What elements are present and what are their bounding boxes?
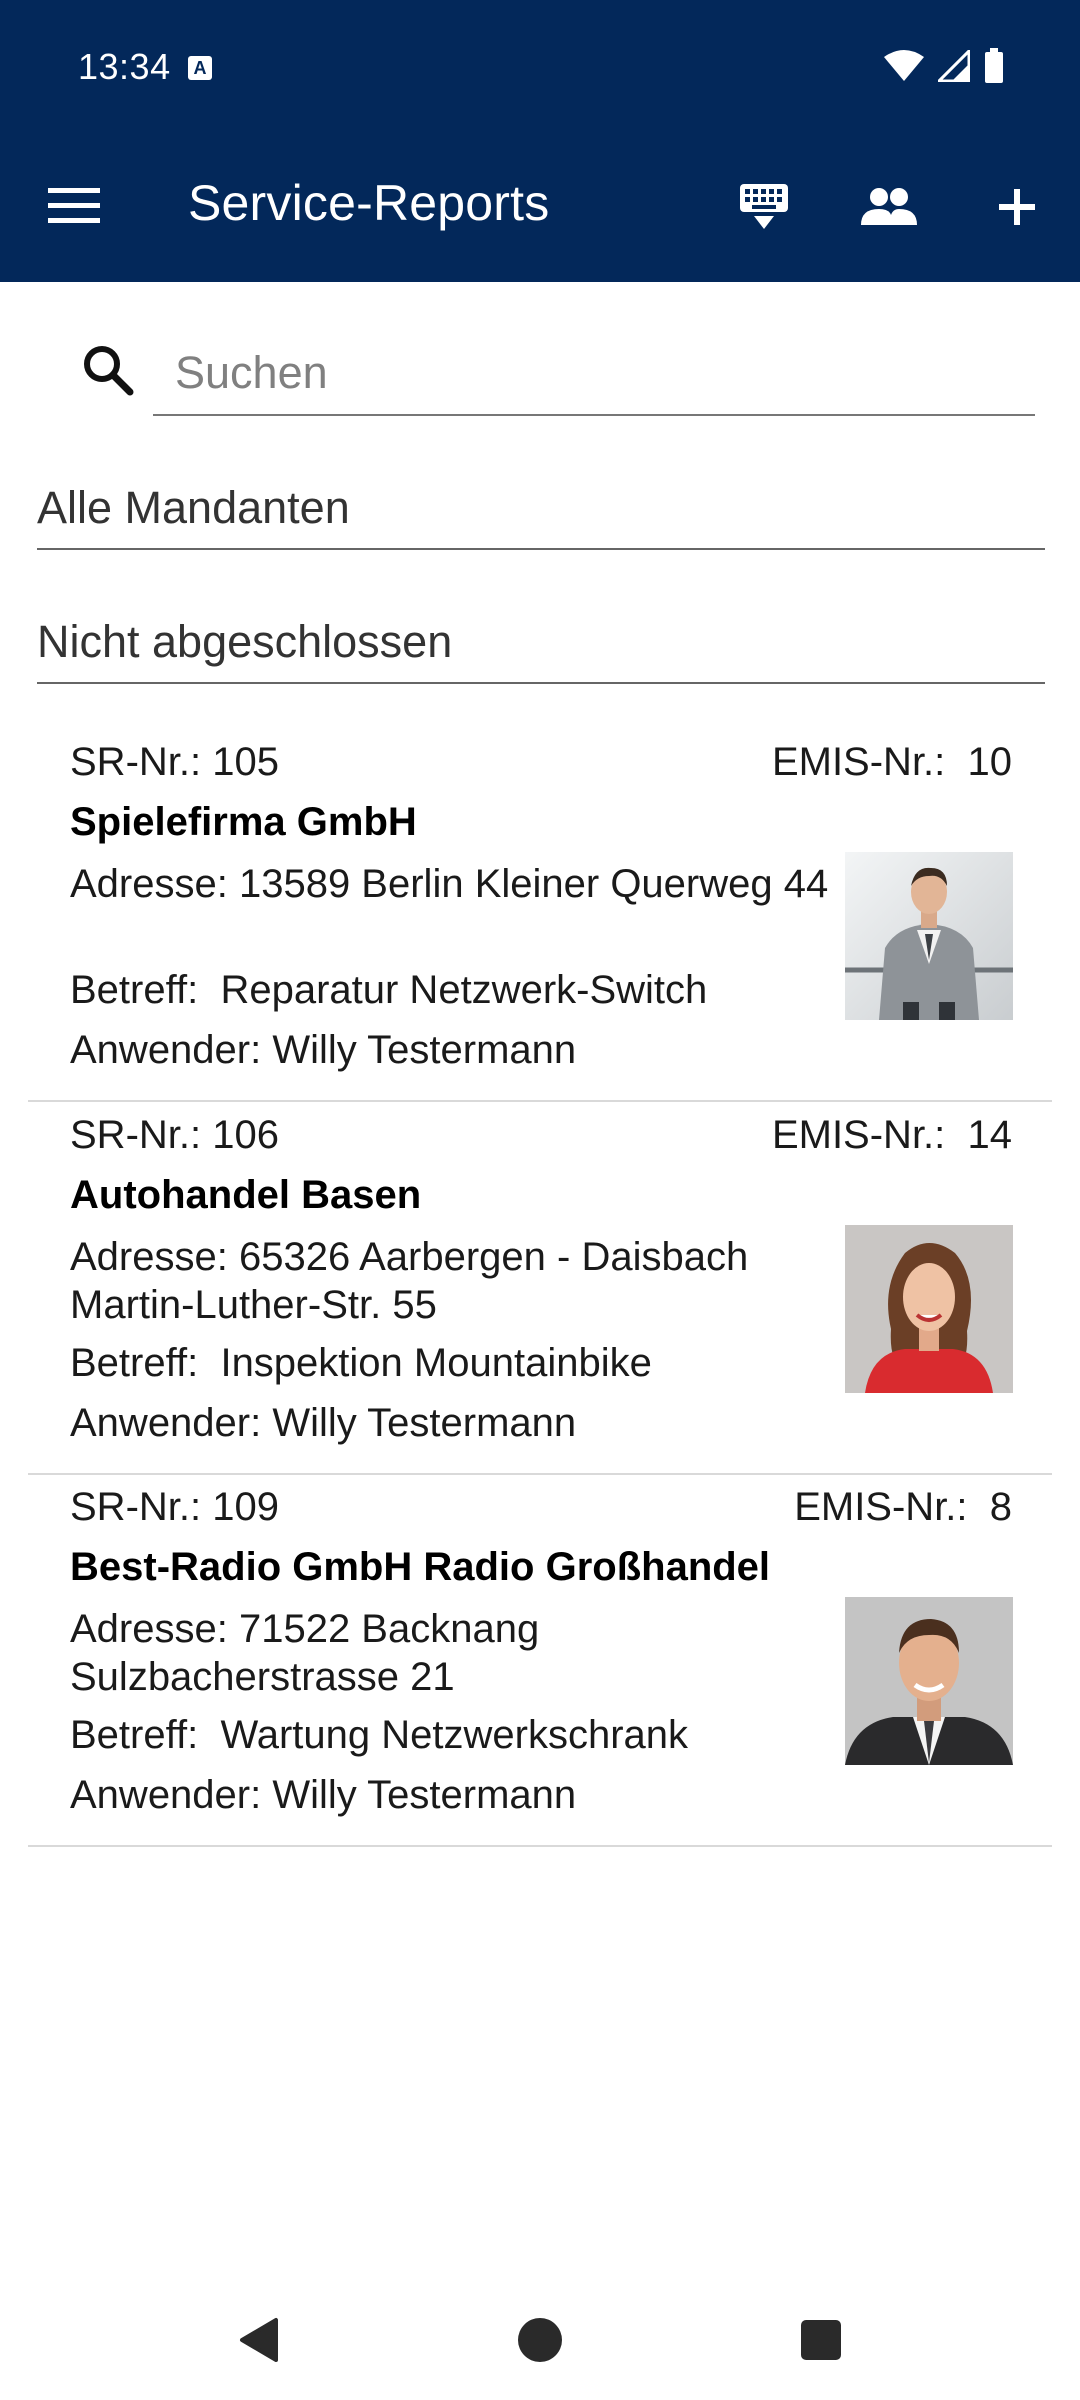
address: Adresse: 71522 Backnang Sulzbacherstrass… [70, 1607, 540, 1699]
subject: Betreff: Reparatur Netzwerk-Switch [70, 968, 708, 1012]
sr-number: SR-Nr.: 106 [70, 1113, 279, 1157]
keyboard-button[interactable] [729, 172, 799, 242]
user: Anwender: Willy Testermann [70, 1028, 577, 1072]
add-button[interactable] [982, 172, 1052, 242]
emis-number: EMIS-Nr.: 14 [771, 1113, 1012, 1157]
menu-button[interactable] [42, 174, 106, 238]
keyboard-icon [740, 184, 788, 229]
user: Anwender: Willy Testermann [70, 1401, 577, 1445]
status-icons [884, 48, 1004, 84]
back-icon [240, 2318, 278, 2362]
subject: Betreff: Inspektion Mountainbike [70, 1341, 652, 1385]
user: Anwender: Willy Testermann [70, 1773, 577, 1817]
status-time: 13:34 [78, 46, 171, 87]
search-row [0, 282, 1080, 442]
emis-number: EMIS-Nr.: 10 [771, 740, 1012, 784]
search-icon [84, 346, 134, 396]
menu-icon [48, 188, 100, 223]
app-bar: Service-Reports [0, 130, 1080, 282]
status-bar: 13:34 A [0, 0, 1080, 130]
home-button[interactable] [500, 2300, 580, 2380]
report-item[interactable]: SR-Nr.: 106 EMIS-Nr.: 14 Autohandel Base… [28, 1103, 1052, 1475]
company-name: Best-Radio GmbH Radio Großhandel [70, 1545, 771, 1589]
report-item[interactable]: SR-Nr.: 109 EMIS-Nr.: 8 Best-Radio GmbH … [28, 1475, 1052, 1847]
address: Adresse: 65326 Aarbergen - Daisbach Mart… [70, 1235, 749, 1327]
company-name: Autohandel Basen [70, 1173, 422, 1217]
subject: Betreff: Wartung Netzwerkschrank [70, 1713, 689, 1757]
contact-photo [845, 1225, 1013, 1393]
system-nav-bar [0, 2270, 1080, 2400]
search-input[interactable] [153, 332, 1035, 416]
wifi-icon [884, 50, 924, 81]
contact-photo [845, 852, 1013, 1020]
back-button[interactable] [218, 2300, 298, 2380]
signal-icon [938, 50, 970, 82]
contact-photo [845, 1597, 1013, 1765]
mandanten-dropdown[interactable]: Alle Mandanten [37, 480, 1045, 550]
battery-icon [985, 48, 1003, 83]
status-dropdown[interactable]: Nicht abgeschlossen [37, 614, 1045, 684]
sr-number: SR-Nr.: 105 [70, 740, 279, 784]
page-title: Service-Reports [188, 175, 550, 231]
people-button[interactable] [854, 172, 924, 242]
recents-button[interactable] [781, 2300, 861, 2380]
report-item[interactable]: SR-Nr.: 105 EMIS-Nr.: 10 Spielefirma Gmb… [28, 730, 1052, 1102]
notification-a-icon: A [188, 56, 212, 80]
emis-number: EMIS-Nr.: 8 [794, 1485, 1012, 1529]
people-icon [861, 188, 917, 225]
recents-icon [801, 2320, 841, 2360]
address: Adresse: 13589 Berlin Kleiner Querweg 44 [70, 862, 829, 906]
company-name: Spielefirma GmbH [70, 800, 417, 844]
home-icon [518, 2318, 562, 2362]
plus-icon [999, 189, 1035, 225]
sr-number: SR-Nr.: 109 [70, 1485, 279, 1529]
